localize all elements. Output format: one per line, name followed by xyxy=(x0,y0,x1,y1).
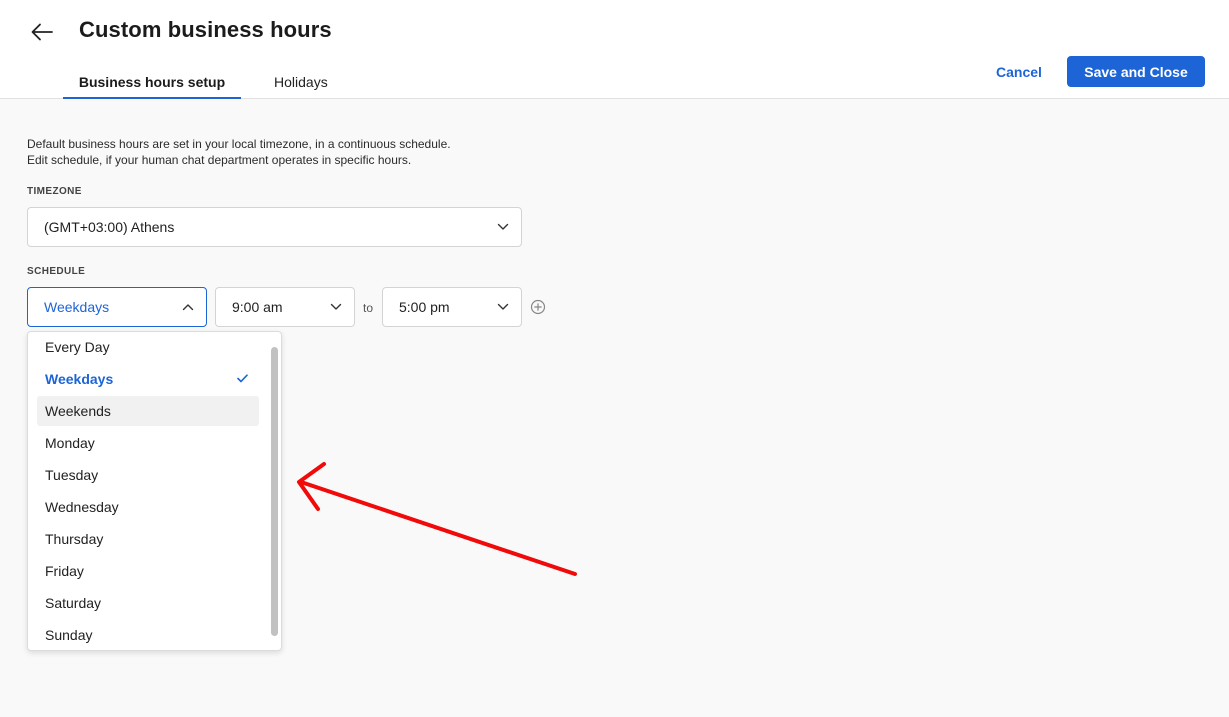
timezone-label: TIMEZONE xyxy=(27,186,82,197)
chevron-down-icon xyxy=(330,303,342,310)
arrow-left-icon xyxy=(31,23,53,41)
option-friday[interactable]: Friday xyxy=(37,556,259,586)
start-time-select[interactable]: 9:00 am xyxy=(215,287,355,327)
option-monday[interactable]: Monday xyxy=(37,428,259,458)
chevron-down-icon xyxy=(497,303,509,310)
timezone-value: (GMT+03:00) Athens xyxy=(44,219,175,235)
option-label: Tuesday xyxy=(45,467,99,483)
checkmark-icon xyxy=(237,374,248,383)
option-label: Wednesday xyxy=(45,499,119,515)
option-label: Weekdays xyxy=(45,371,114,387)
option-weekdays[interactable]: Weekdays xyxy=(37,364,259,394)
option-weekends[interactable]: Weekends xyxy=(37,396,259,426)
plus-circle-icon xyxy=(530,299,546,315)
option-wednesday[interactable]: Wednesday xyxy=(37,492,259,522)
description-line-2: Edit schedule, if your human chat depart… xyxy=(27,153,412,167)
option-label: Weekends xyxy=(45,403,111,419)
option-label: Thursday xyxy=(45,531,104,547)
chevron-down-icon xyxy=(497,223,509,230)
timezone-select[interactable]: (GMT+03:00) Athens xyxy=(27,207,522,247)
schedule-days-value: Weekdays xyxy=(44,299,110,315)
option-label: Sunday xyxy=(45,627,93,643)
start-time-value: 9:00 am xyxy=(232,299,283,315)
option-sunday[interactable]: Sunday xyxy=(37,620,259,650)
dropdown-scrollbar-thumb[interactable] xyxy=(271,347,278,636)
description-line-1: Default business hours are set in your l… xyxy=(27,137,451,151)
to-label: to xyxy=(363,301,374,315)
schedule-days-select[interactable]: Weekdays xyxy=(27,287,207,327)
option-label: Saturday xyxy=(45,595,102,611)
page-title: Custom business hours xyxy=(79,17,332,42)
tab-holidays[interactable]: Holidays xyxy=(274,74,328,99)
description: Default business hours are set in your l… xyxy=(27,136,451,168)
option-thursday[interactable]: Thursday xyxy=(37,524,259,554)
back-button[interactable] xyxy=(28,18,56,46)
schedule-days-dropdown: Every Day Weekdays Weekends Monday Tuesd… xyxy=(27,331,282,651)
top-bar: Custom business hours Business hours set… xyxy=(0,0,1229,99)
save-and-close-button[interactable]: Save and Close xyxy=(1067,56,1205,87)
chevron-up-icon xyxy=(182,304,194,311)
option-label: Monday xyxy=(45,435,95,451)
option-every-day[interactable]: Every Day xyxy=(37,332,259,362)
option-label: Friday xyxy=(45,563,84,579)
tab-business-hours-setup[interactable]: Business hours setup xyxy=(63,74,241,99)
schedule-label: SCHEDULE xyxy=(27,266,86,277)
end-time-select[interactable]: 5:00 pm xyxy=(382,287,522,327)
option-tuesday[interactable]: Tuesday xyxy=(37,460,259,490)
option-label: Every Day xyxy=(45,339,110,355)
cancel-button[interactable]: Cancel xyxy=(984,56,1054,87)
option-saturday[interactable]: Saturday xyxy=(37,588,259,618)
end-time-value: 5:00 pm xyxy=(399,299,450,315)
add-time-range-button[interactable] xyxy=(529,298,547,316)
